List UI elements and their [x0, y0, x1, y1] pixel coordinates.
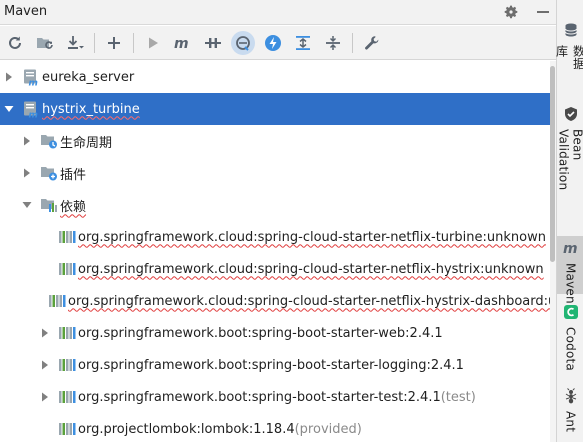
toolbar-separator [94, 32, 95, 53]
tree-row[interactable]: org.springframework.cloud:spring-cloud-s… [0, 221, 550, 253]
tree-row[interactable]: m eureka_server [0, 61, 550, 93]
right-tab-1[interactable]: 数据库 [554, 18, 583, 80]
tree-row-label: 插件 [60, 167, 87, 183]
bean-validation-icon [563, 106, 579, 126]
library-icon [58, 356, 76, 374]
tree-row-label: org.springframework.cloud:spring-cloud-s… [78, 261, 544, 277]
dependencies-folder-icon [40, 196, 58, 214]
toggle-offline-icon[interactable] [200, 29, 226, 57]
library-icon [58, 260, 76, 278]
codota-icon [563, 304, 579, 324]
tree-row-label: org.springframework.boot:spring-boot-sta… [78, 325, 443, 341]
tree-row-label: org.springframework.boot:spring-boot-sta… [78, 357, 464, 373]
tool-window-title: Maven [4, 4, 48, 19]
tree-row-label: hystrix_turbine [42, 101, 140, 117]
tree-row[interactable]: 依赖 [0, 189, 550, 221]
dependency-scope: (provided) [294, 421, 362, 437]
tree-row-label: 生命周期 [60, 135, 113, 151]
tree-row-label: org.projectlombok:lombok:1.18.4 [78, 421, 295, 437]
tree-row-label: eureka_server [42, 69, 135, 85]
right-tab-label: Ant [563, 411, 578, 433]
tree-row-label: org.springframework.boot:spring-boot-sta… [78, 389, 441, 405]
expand-arrow-icon[interactable] [40, 360, 50, 370]
collapse-arrow-icon[interactable] [22, 201, 32, 209]
expand-arrow-icon[interactable] [40, 392, 50, 402]
expand-all-icon[interactable] [320, 29, 346, 57]
svg-text:m: m [563, 241, 578, 256]
maven-tool-window: Maven m m eureka_server m hystrix_turbin… [0, 0, 556, 442]
right-tab-3[interactable]: m Maven [557, 236, 583, 304]
wrench-icon[interactable] [359, 29, 385, 57]
tree-row[interactable]: org.springframework.cloud:spring-cloud-s… [0, 285, 550, 317]
right-tab-label: 数据库 [554, 45, 583, 70]
right-tab-label: Bean Validation [556, 129, 583, 191]
library-icon [58, 420, 76, 438]
right-tab-label: Maven [563, 263, 578, 304]
expand-arrow-icon[interactable] [4, 72, 14, 82]
library-icon [58, 228, 76, 246]
dependency-scope: (test) [440, 389, 476, 405]
maven-module-icon: m [22, 100, 40, 118]
tree-row-label: org.springframework.cloud:spring-cloud-s… [78, 229, 546, 245]
tool-window-header: Maven [0, 0, 556, 25]
tree-row[interactable]: org.projectlombok:lombok:1.18.4 (provide… [0, 413, 550, 442]
right-tab-4[interactable]: Codota [557, 300, 583, 371]
execute-goal-icon[interactable]: m [170, 29, 196, 57]
tree-row[interactable]: org.springframework.cloud:spring-cloud-s… [0, 253, 550, 285]
tree-row[interactable]: 生命周期 [0, 125, 550, 157]
expand-arrow-icon[interactable] [40, 328, 50, 338]
svg-text:m: m [174, 36, 189, 51]
right-tab-5[interactable]: Ant [557, 384, 583, 432]
generate-sources-icon[interactable] [32, 29, 58, 57]
maven-toolbar: m [0, 26, 556, 60]
collapse-all-icon[interactable] [290, 29, 316, 57]
tree-row[interactable]: org.springframework.boot:spring-boot-sta… [0, 317, 550, 349]
toolbar-separator [352, 32, 353, 53]
right-tab-label: Codota [563, 327, 578, 371]
database-icon [563, 22, 579, 42]
scrollbar-thumb[interactable] [550, 66, 555, 262]
ant-icon [563, 388, 579, 408]
run-icon[interactable] [140, 29, 166, 57]
tree-row[interactable]: 插件 [0, 157, 550, 189]
skip-tests-icon[interactable] [231, 30, 255, 55]
expand-arrow-icon[interactable] [22, 168, 32, 178]
plugins-folder-icon [40, 164, 58, 182]
tree-row[interactable]: org.springframework.boot:spring-boot-sta… [0, 381, 550, 413]
hide-minus-icon[interactable] [534, 2, 552, 22]
collapse-arrow-icon[interactable] [4, 105, 14, 113]
lifecycle-folder-icon [40, 132, 58, 150]
svg-text:m: m [29, 111, 38, 119]
reload-icon[interactable] [2, 29, 28, 57]
download-icon[interactable] [62, 29, 88, 57]
tree-row-label: 依赖 [60, 199, 87, 215]
right-tab-2[interactable]: Bean Validation [557, 102, 583, 212]
maven-icon: m [562, 240, 580, 260]
header-actions [502, 2, 552, 22]
add-icon[interactable] [101, 29, 127, 57]
maven-module-icon: m [22, 68, 40, 86]
library-icon [58, 388, 76, 406]
svg-text:m: m [29, 79, 38, 87]
expand-arrow-icon[interactable] [22, 136, 32, 146]
settings-gear-icon[interactable] [502, 2, 520, 22]
tree-row[interactable]: org.springframework.boot:spring-boot-sta… [0, 349, 550, 381]
maven-project-tree[interactable]: m eureka_serverm hystrix_turbine 生命周期插件依赖 or… [0, 61, 550, 442]
tree-row[interactable]: m hystrix_turbine [0, 93, 550, 125]
right-tool-strip: 数据库 Bean Validation m Maven Codota Ant [554, 0, 583, 442]
tree-row-label: org.springframework.cloud:spring-cloud-s… [68, 293, 550, 309]
library-icon [48, 292, 66, 310]
toolbar-separator [133, 32, 134, 53]
lightning-icon[interactable] [260, 29, 286, 57]
library-icon [58, 324, 76, 342]
